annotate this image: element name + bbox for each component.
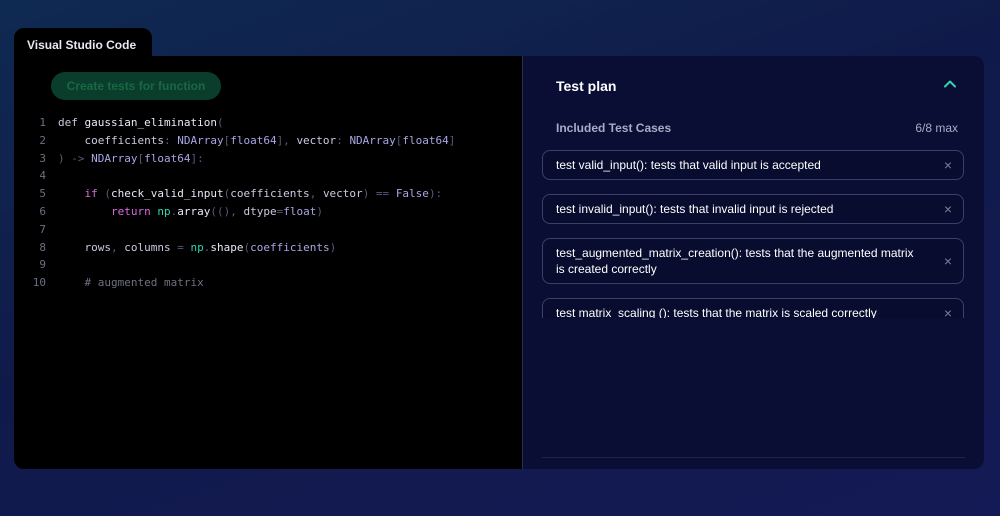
test-case-label: test matrix_scaling (): tests that the m… bbox=[556, 306, 877, 318]
code-token: [ bbox=[223, 133, 231, 147]
close-icon[interactable]: × bbox=[941, 202, 955, 216]
code-token: coefficients bbox=[230, 187, 310, 201]
code-token: [ bbox=[395, 133, 403, 147]
code-token: coefficients bbox=[58, 133, 164, 147]
code-token: . bbox=[203, 240, 211, 254]
code-token: float64 bbox=[230, 133, 277, 147]
code-token: gaussian_elimination bbox=[84, 116, 217, 129]
code-token: np bbox=[157, 204, 171, 218]
line-number: 7 bbox=[39, 222, 46, 236]
code-token: NDArray bbox=[177, 133, 224, 147]
code-line: 8 rows, columns = np. shape(coefficients) bbox=[14, 241, 455, 259]
code-token: ( bbox=[216, 116, 224, 129]
test-plan-panel: Test plan Included Test Cases 6/8 max te… bbox=[523, 56, 984, 469]
code-token: check_valid_input bbox=[110, 187, 224, 201]
code-line: 6 return np. array ((), dtype = float) bbox=[14, 205, 455, 223]
close-icon[interactable]: × bbox=[941, 306, 955, 318]
code-line: 9 bbox=[14, 258, 455, 276]
line-number: 5 bbox=[39, 187, 46, 201]
code-token: def bbox=[58, 116, 85, 129]
code-token: NDArray bbox=[349, 133, 396, 147]
code-token: coefficients bbox=[250, 240, 330, 254]
code-token: # augmented matrix bbox=[58, 276, 204, 290]
code-line: 7 bbox=[14, 223, 455, 241]
chevron-up-icon[interactable] bbox=[942, 76, 958, 92]
line-number: 9 bbox=[39, 258, 46, 272]
line-number: 10 bbox=[32, 276, 46, 290]
test-case-item[interactable]: test valid_input(): tests that valid inp… bbox=[542, 150, 964, 180]
test-case-list: test valid_input(): tests that valid inp… bbox=[542, 150, 964, 318]
line-number: 1 bbox=[39, 116, 46, 129]
code-token: return bbox=[58, 204, 158, 218]
code-token: vector bbox=[322, 187, 363, 201]
code-line: 3 ) -> NDArray[float64]: bbox=[14, 152, 455, 170]
test-case-label: test valid_input(): tests that valid inp… bbox=[556, 158, 821, 172]
code-token: ((), bbox=[210, 204, 244, 218]
window-tab-label: Visual Studio Code bbox=[27, 38, 137, 52]
code-token: ) == bbox=[362, 187, 396, 201]
code-token: vector bbox=[296, 133, 337, 147]
code-token: ] bbox=[448, 133, 456, 147]
code-token: ( bbox=[243, 240, 251, 254]
code-token: ) -> bbox=[58, 151, 92, 165]
line-number: 2 bbox=[39, 133, 46, 147]
close-icon[interactable]: × bbox=[941, 254, 955, 268]
code-token: NDArray bbox=[91, 151, 138, 165]
code-token: np bbox=[190, 240, 204, 254]
code-token: ( bbox=[223, 187, 231, 201]
code-editor[interactable]: Create tests for function 1 def gaussian_… bbox=[14, 56, 523, 469]
test-case-item[interactable]: test invalid_input(): tests that invalid… bbox=[542, 194, 964, 224]
code-line: 10 # augmented matrix bbox=[14, 276, 455, 294]
code-token: float64 bbox=[144, 151, 191, 165]
line-number: 4 bbox=[39, 169, 46, 183]
code-token: rows bbox=[58, 240, 111, 254]
create-tests-button[interactable]: Create tests for function bbox=[51, 72, 221, 100]
panel-title: Test plan bbox=[556, 78, 617, 94]
test-case-label: test_augmented_matrix_creation(): tests … bbox=[556, 246, 914, 276]
code-token: False bbox=[395, 187, 429, 201]
code-token: : bbox=[163, 133, 178, 147]
code-line: 4 bbox=[14, 169, 455, 187]
test-case-item[interactable]: test_augmented_matrix_creation(): tests … bbox=[542, 238, 964, 284]
divider bbox=[542, 457, 965, 458]
code-token: shape bbox=[210, 240, 244, 254]
line-number: 6 bbox=[39, 204, 46, 218]
code-token: ]: bbox=[190, 151, 204, 165]
app-window: Create tests for function 1 def gaussian_… bbox=[14, 56, 984, 469]
code-token: : bbox=[336, 133, 350, 147]
close-icon[interactable]: × bbox=[941, 158, 955, 172]
code-token: ) bbox=[329, 240, 337, 254]
code-token: [ bbox=[137, 151, 145, 165]
test-case-item[interactable]: test matrix_scaling (): tests that the m… bbox=[542, 298, 964, 318]
line-number: 3 bbox=[39, 151, 46, 165]
code-token: float bbox=[283, 204, 317, 218]
code-token: array bbox=[177, 204, 211, 218]
code-line: 5 if (check_valid_input(coefficients, ve… bbox=[14, 187, 455, 205]
code-token: ) bbox=[316, 204, 323, 218]
code-token: , bbox=[309, 187, 323, 201]
code-token: = bbox=[170, 240, 191, 254]
code-token: ): bbox=[428, 187, 443, 201]
code-line: 2 coefficients: NDArray[float64], vector… bbox=[14, 134, 455, 152]
section-label: Included Test Cases bbox=[556, 121, 672, 135]
code-token: , bbox=[110, 240, 125, 254]
code-token: . bbox=[170, 204, 178, 218]
code-token: columns bbox=[124, 240, 171, 254]
code-token: ( bbox=[104, 187, 111, 201]
code-token: ], bbox=[276, 133, 297, 147]
code-lines: 1 def gaussian_elimination(2 coefficients… bbox=[14, 116, 456, 294]
test-case-label: test invalid_input(): tests that invalid… bbox=[556, 202, 834, 216]
test-case-count: 6/8 max bbox=[915, 121, 958, 135]
code-token: if bbox=[58, 187, 105, 201]
line-number: 8 bbox=[39, 240, 46, 254]
code-token: = bbox=[276, 204, 284, 218]
code-token: dtype bbox=[243, 204, 277, 218]
code-token: float64 bbox=[402, 133, 449, 147]
code-line: 1 def gaussian_elimination( bbox=[14, 116, 455, 134]
